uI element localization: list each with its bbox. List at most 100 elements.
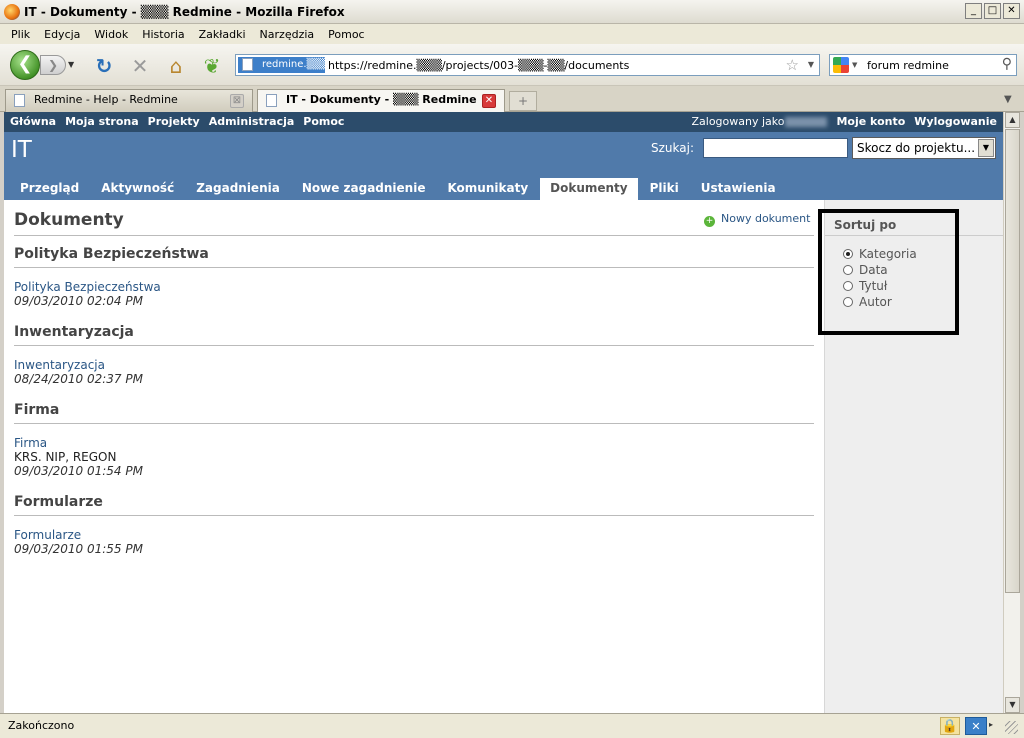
document-date: 09/03/2010 02:04 PM: [14, 294, 143, 308]
document-category: Firma Firma KRS. NIP, REGON 09/03/2010 0…: [14, 402, 814, 478]
tab-redmine-help[interactable]: Redmine - Help - Redmine ⊠: [5, 89, 253, 112]
document-date: 08/24/2010 02:37 PM: [14, 372, 143, 386]
window-title: IT - Dokumenty - ▒▒▒ Redmine - Mozilla F…: [24, 5, 345, 19]
tab-issues[interactable]: Zagadnienia: [186, 178, 290, 200]
document-link[interactable]: Formularze: [14, 528, 814, 542]
tab-files[interactable]: Pliki: [640, 178, 689, 200]
page-icon: [242, 58, 253, 71]
reload-icon[interactable]: ↻: [92, 54, 116, 78]
document-date: 09/03/2010 01:55 PM: [14, 542, 143, 556]
site-identity-label: redmine.▒▒▒: [262, 59, 330, 70]
project-title: IT: [11, 137, 32, 163]
top-menu-home[interactable]: Główna: [10, 115, 56, 128]
menu-file[interactable]: Plik: [4, 28, 37, 41]
document-description: KRS. NIP, REGON: [14, 450, 117, 464]
firefox-icon: [4, 4, 20, 20]
url-bar[interactable]: redmine.▒▒▒ https://redmine.▒▒▒/projects…: [235, 54, 820, 76]
redmine-top-menu: Główna Moja strona Projekty Administracj…: [4, 112, 1003, 132]
site-identity-button[interactable]: redmine.▒▒▒: [238, 57, 330, 73]
page-icon: [14, 94, 25, 107]
tab-label: IT - Dokumenty - ▒▒▒ Redmine: [286, 93, 477, 106]
my-account-link[interactable]: Moje konto: [836, 115, 905, 128]
menu-bar: Plik Edycja Widok Historia Zakładki Narz…: [0, 24, 1024, 44]
logout-link[interactable]: Wylogowanie: [914, 115, 997, 128]
addon-dropdown-icon[interactable]: ▸: [989, 720, 993, 729]
tab-news[interactable]: Komunikaty: [437, 178, 538, 200]
back-button[interactable]: ❮: [10, 50, 40, 80]
menu-tools[interactable]: Narzędzia: [253, 28, 322, 41]
document-category: Formularze Formularze 09/03/2010 01:55 P…: [14, 494, 814, 556]
page-title: Dokumenty: [14, 210, 124, 230]
close-button[interactable]: ✕: [1003, 3, 1020, 19]
search-engine-icon[interactable]: [833, 57, 849, 73]
menu-view[interactable]: Widok: [87, 28, 135, 41]
status-bar: Zakończono 🔒 ✕ ▸: [0, 713, 1024, 738]
chevron-down-icon[interactable]: ▼: [978, 139, 994, 157]
scroll-down-icon[interactable]: ▼: [1005, 697, 1020, 713]
tab-settings[interactable]: Ustawienia: [691, 178, 786, 200]
tab-overview[interactable]: Przegląd: [10, 178, 89, 200]
tab-bar: Redmine - Help - Redmine ⊠ IT - Dokument…: [0, 86, 1024, 113]
username-redacted: [785, 117, 828, 127]
status-text: Zakończono: [8, 719, 75, 732]
search-engine-dropdown-icon[interactable]: ▼: [852, 61, 857, 69]
maximize-button[interactable]: □: [984, 3, 1001, 19]
scroll-up-icon[interactable]: ▲: [1005, 112, 1020, 128]
jump-to-project-label: Skocz do projektu...: [857, 141, 976, 155]
title-divider: [14, 235, 814, 236]
menu-help[interactable]: Pomoc: [321, 28, 371, 41]
document-link[interactable]: Polityka Bezpieczeństwa: [14, 280, 814, 294]
top-menu-help[interactable]: Pomoc: [303, 115, 344, 128]
lock-icon[interactable]: 🔒: [940, 717, 960, 735]
category-heading: Firma: [14, 402, 814, 424]
search-go-icon[interactable]: ⚲: [1002, 56, 1012, 72]
page-viewport: Główna Moja strona Projekty Administracj…: [4, 112, 1003, 713]
top-menu-my-page[interactable]: Moja strona: [65, 115, 139, 128]
search-label: Szukaj:: [651, 141, 694, 155]
add-icon: +: [704, 216, 715, 227]
resize-grip-icon[interactable]: [1005, 721, 1018, 734]
bookmark-star-icon[interactable]: ☆: [786, 56, 799, 74]
redmine-search-input[interactable]: [703, 138, 848, 158]
tab-activity[interactable]: Aktywność: [91, 178, 184, 200]
tab-documents[interactable]: Dokumenty: [540, 178, 638, 200]
window-titlebar: IT - Dokumenty - ▒▒▒ Redmine - Mozilla F…: [0, 0, 1024, 24]
new-document-label: Nowy dokument: [721, 212, 811, 225]
vertical-scrollbar[interactable]: ▲ ▼: [1003, 112, 1020, 713]
tab-label: Redmine - Help - Redmine: [34, 93, 178, 106]
menu-edit[interactable]: Edycja: [37, 28, 87, 41]
scrollbar-thumb[interactable]: [1005, 129, 1020, 593]
home-icon[interactable]: ⌂: [164, 54, 188, 78]
addon-icon[interactable]: ✕: [965, 717, 987, 735]
document-link[interactable]: Inwentaryzacja: [14, 358, 814, 372]
url-dropdown-icon[interactable]: ▼: [808, 60, 814, 69]
tab-close-icon[interactable]: ✕: [482, 94, 496, 108]
search-bar[interactable]: ▼ forum redmine ⚲: [829, 54, 1017, 76]
project-main-menu: Przegląd Aktywność Zagadnienia Nowe zaga…: [10, 178, 786, 200]
search-input[interactable]: forum redmine: [867, 59, 949, 72]
document-link[interactable]: Firma: [14, 436, 814, 450]
history-dropdown-icon[interactable]: ▼: [68, 60, 74, 69]
top-menu-administration[interactable]: Administracja: [209, 115, 295, 128]
tab-close-icon[interactable]: ⊠: [230, 94, 244, 108]
leaf-addon-icon[interactable]: ❦: [200, 54, 224, 78]
menu-history[interactable]: Historia: [135, 28, 191, 41]
tab-list-icon[interactable]: ▼: [1004, 94, 1012, 105]
main-content: Dokumenty + Nowy dokument Polityka Bezpie…: [4, 200, 824, 713]
document-category: Inwentaryzacja Inwentaryzacja 08/24/2010…: [14, 324, 814, 386]
stop-icon[interactable]: ✕: [128, 54, 152, 78]
category-heading: Inwentaryzacja: [14, 324, 814, 346]
menu-bookmarks[interactable]: Zakładki: [192, 28, 253, 41]
tab-it-dokumenty[interactable]: IT - Dokumenty - ▒▒▒ Redmine ✕: [257, 89, 505, 113]
category-heading: Polityka Bezpieczeństwa: [14, 246, 814, 268]
page-icon: [266, 94, 277, 107]
forward-button[interactable]: ❯: [40, 55, 66, 75]
new-tab-button[interactable]: +: [509, 91, 537, 111]
url-input[interactable]: https://redmine.▒▒▒/projects/003-▒▒▒-▒▒/…: [328, 59, 629, 72]
minimize-button[interactable]: _: [965, 3, 982, 19]
highlight-box: [818, 209, 959, 335]
top-menu-projects[interactable]: Projekty: [148, 115, 200, 128]
new-document-link[interactable]: + Nowy dokument: [704, 212, 810, 227]
jump-to-project-select[interactable]: Skocz do projektu... ▼: [852, 137, 996, 159]
tab-new-issue[interactable]: Nowe zagadnienie: [292, 178, 436, 200]
